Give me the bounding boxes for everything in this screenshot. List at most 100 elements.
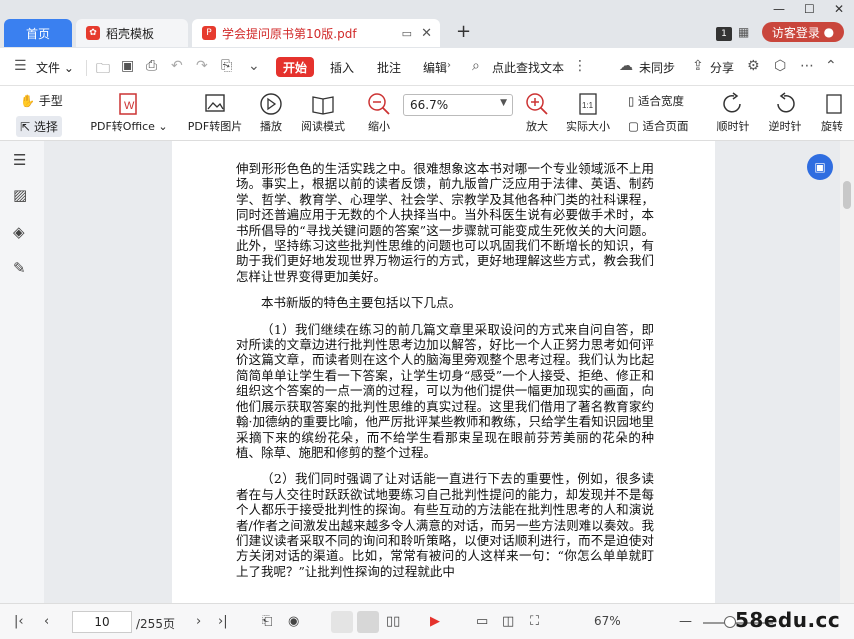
zoom-level-select[interactable]: 66.7% ▼ <box>403 94 513 116</box>
more-icon[interactable]: ⋯ <box>800 58 814 74</box>
two-page-view-icon[interactable]: ▯▯ <box>386 614 400 629</box>
pdf-page: 伸到形形色色的生活实践之中。很难想象这本书对哪一个专业领域派不上用场。事实上，根… <box>172 141 715 603</box>
search-icon[interactable]: ⌕ <box>472 58 480 74</box>
hamburger-menu-icon[interactable]: ☰ <box>14 58 27 74</box>
new-tab-icon[interactable]: + <box>456 21 471 42</box>
menu-insert[interactable]: 插入 <box>330 59 354 76</box>
read-mode-button[interactable]: 阅读模式 <box>297 92 349 134</box>
pdf-to-office-button[interactable]: W PDF转Office ⌄ <box>88 92 170 134</box>
pdf-to-image-label: PDF转图片 <box>187 120 243 133</box>
more-options-icon[interactable]: ⋮ <box>573 58 587 74</box>
scroll-right-icon[interactable]: › <box>447 60 451 71</box>
screen-icon[interactable]: ▭ <box>402 27 412 40</box>
share-icon[interactable]: ⇪ <box>692 58 704 74</box>
cloud-sync-icon[interactable]: ☁ <box>619 58 633 74</box>
pdf-to-image-button[interactable]: PDF转图片 <box>184 92 246 134</box>
document-view[interactable]: 伸到形形色色的生活实践之中。很难想象这本书对哪一个专业领域派不上用场。事实上，根… <box>44 141 840 603</box>
pdf-to-office-icon: W <box>119 93 137 115</box>
guest-login-label: 访客登录 <box>771 25 820 40</box>
export-icon[interactable]: ⎘ <box>221 58 232 74</box>
layout-icon[interactable]: ▦ <box>738 25 749 39</box>
redo-icon[interactable]: ↷ <box>196 58 208 74</box>
settings-icon[interactable]: ⚙ <box>747 58 760 74</box>
zoom-in-label: 放大 <box>526 120 548 133</box>
actual-size-label: 实际大小 <box>566 120 610 133</box>
share-button[interactable]: 分享 <box>710 59 734 76</box>
menu-file[interactable]: 文件 ⌄ <box>36 59 74 76</box>
fit-page-icon: ▢ <box>628 119 639 133</box>
pdf-file-icon: P <box>202 26 216 40</box>
slideshow-icon[interactable]: ▶ <box>430 614 440 629</box>
zoom-out-button[interactable]: 缩小 <box>364 92 394 134</box>
left-sidebar: ☰ ▨ ◈ ✎ <box>0 141 44 603</box>
menu-start[interactable]: 开始 <box>276 57 314 77</box>
menu-edit[interactable]: 编辑 <box>423 59 447 76</box>
tab-templates[interactable]: ✿ 稻壳模板 <box>76 19 188 47</box>
floating-tool-button[interactable]: ▣ <box>807 154 833 180</box>
vertical-scrollbar[interactable] <box>840 141 854 603</box>
play-icon <box>260 93 282 115</box>
eye-protection-icon[interactable]: ◉ <box>288 614 299 629</box>
more-dropdown-icon[interactable]: ⌄ <box>248 58 260 74</box>
annotation-icon[interactable]: ◈ <box>13 223 25 241</box>
tab-pdf-document[interactable]: P 学会提问原书第10版.pdf ▭ ✕ <box>192 19 440 47</box>
thumbnail-icon[interactable]: ▨ <box>13 186 27 204</box>
window-count-badge[interactable]: 1 <box>716 27 732 41</box>
outline-icon[interactable]: ☰ <box>13 151 26 169</box>
undo-icon[interactable]: ↶ <box>171 58 183 74</box>
ribbon-toolbar: ✋ 手型 ⇱ 选择 W PDF转Office ⌄ PDF转图片 播放 阅读模式 … <box>0 86 854 141</box>
first-page-icon[interactable]: |‹ <box>14 614 24 629</box>
fit-width-button[interactable]: ▯ 适合宽度 <box>628 93 684 109</box>
fit-page-small-icon[interactable]: ◫ <box>502 614 514 629</box>
signature-icon[interactable]: ✎ <box>13 259 26 277</box>
rotate-clockwise-button[interactable]: 顺时针 <box>712 92 754 134</box>
return-icon[interactable]: ⎗ <box>262 614 272 629</box>
close-window-icon[interactable]: ✕ <box>834 2 844 16</box>
play-button[interactable]: 播放 <box>254 92 288 134</box>
paragraph-1: 伸到形形色色的生活实践之中。很难想象这本书对哪一个专业领域派不上用场。事实上，根… <box>236 161 654 284</box>
menu-annotate[interactable]: 批注 <box>377 59 401 76</box>
hand-tool-button[interactable]: ✋ 手型 <box>20 92 63 109</box>
next-page-icon[interactable]: › <box>196 614 201 629</box>
svg-text:W: W <box>124 100 135 112</box>
fit-page-button[interactable]: ▢ 适合页面 <box>628 118 689 134</box>
select-tool-button[interactable]: ⇱ 选择 <box>16 116 62 137</box>
paragraph-2: 本书新版的特色主要包括以下几点。 <box>261 295 462 311</box>
minimize-icon[interactable]: — <box>773 2 785 16</box>
tab-home[interactable]: 首页 <box>4 19 72 47</box>
open-folder-icon[interactable]: 🗀 <box>96 58 110 82</box>
actual-size-icon: 1:1 <box>579 93 597 115</box>
fit-page-label: 适合页面 <box>642 119 689 133</box>
zoom-percentage[interactable]: 67% <box>594 614 621 628</box>
zoom-in-button[interactable]: 放大 <box>522 92 552 134</box>
last-page-icon[interactable]: ›| <box>218 614 228 629</box>
sync-status[interactable]: 未同步 <box>639 59 675 76</box>
continuous-view-button[interactable] <box>357 611 379 633</box>
save-icon[interactable]: ▣ <box>121 58 134 74</box>
collapse-ribbon-icon[interactable]: ⌃ <box>825 58 837 74</box>
print-icon[interactable]: ⎙ <box>146 58 157 74</box>
actual-size-button[interactable]: 1:1 实际大小 <box>562 92 614 134</box>
scrollbar-thumb[interactable] <box>843 181 851 209</box>
rotate-counterclockwise-button[interactable]: 逆时针 <box>764 92 806 134</box>
tool-icon[interactable]: ⬡ <box>774 58 786 74</box>
previous-page-icon[interactable]: ‹ <box>44 614 49 629</box>
cursor-icon: ⇱ <box>20 120 31 134</box>
play-label: 播放 <box>260 120 282 133</box>
menu-file-label: 文件 <box>36 61 61 75</box>
paragraph-4: （2）我们同时强调了让对话能一直进行下去的重要性，例如，很多读者在与人交往时跃跃… <box>236 471 654 579</box>
maximize-icon[interactable]: ☐ <box>804 2 815 16</box>
fit-width-label: 适合宽度 <box>638 94 684 108</box>
rotate-button[interactable]: 旋转 <box>817 92 847 134</box>
close-tab-icon[interactable]: ✕ <box>421 26 432 41</box>
actual-size-small-icon[interactable]: ▭ <box>476 614 488 629</box>
fullscreen-icon[interactable]: ⛶ <box>530 614 539 629</box>
find-text[interactable]: 点此查找文本 <box>492 59 564 76</box>
page-number-input[interactable]: 10 <box>72 611 132 633</box>
zoom-out-small-icon[interactable]: — <box>679 614 692 629</box>
single-page-view-button[interactable] <box>331 611 353 633</box>
rotate-counterclockwise-icon <box>777 92 795 113</box>
tab-home-label: 首页 <box>25 26 50 41</box>
guest-login-button[interactable]: 访客登录 ● <box>762 22 844 42</box>
user-icon: ● <box>823 25 835 39</box>
